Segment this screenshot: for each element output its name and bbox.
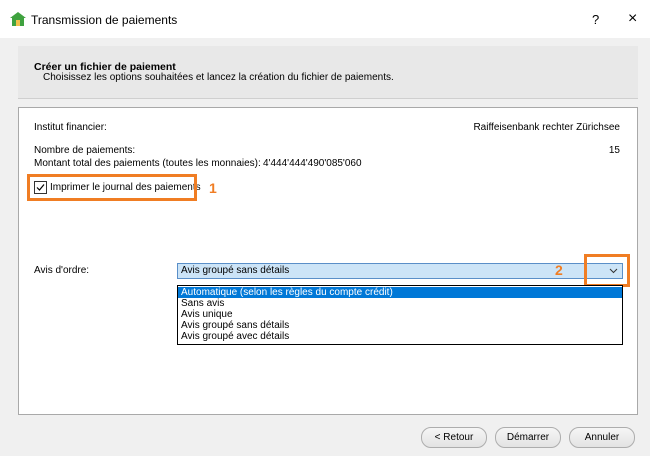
- app-house-icon: [10, 12, 26, 26]
- payment-count-value: 15: [608, 145, 620, 156]
- cancel-button[interactable]: Annuler: [569, 427, 635, 448]
- avis-dropdown-list: Automatique (selon les règles du compte …: [177, 285, 623, 345]
- avis-option-sans-avis[interactable]: Sans avis: [178, 298, 622, 309]
- total-amount-label: Montant total des paiements (toutes les …: [34, 158, 261, 169]
- callout-box-1: [27, 174, 197, 201]
- header-subtitle: Choisissez les options souhaitées et lan…: [43, 72, 394, 83]
- back-button[interactable]: < Retour: [421, 427, 487, 448]
- window-title: Transmission de paiements: [31, 13, 178, 27]
- avis-option-groupe-avec-details[interactable]: Avis groupé avec détails: [178, 331, 622, 342]
- close-icon[interactable]: ×: [628, 10, 637, 28]
- callout-box-2: [584, 254, 630, 287]
- avis-option-automatique[interactable]: Automatique (selon les règles du compte …: [178, 287, 622, 298]
- avis-option-groupe-sans-details[interactable]: Avis groupé sans détails: [178, 320, 622, 331]
- avis-label: Avis d'ordre:: [34, 265, 90, 276]
- institution-label: Institut financier:: [34, 122, 107, 133]
- callout-number-2: 2: [555, 262, 563, 278]
- avis-selected-value: Avis groupé sans détails: [181, 265, 290, 276]
- total-amount-value: 4'444'444'490'085'060: [263, 158, 362, 169]
- callout-number-1: 1: [209, 180, 217, 196]
- avis-option-avis-unique[interactable]: Avis unique: [178, 309, 622, 320]
- start-button[interactable]: Démarrer: [495, 427, 561, 448]
- help-icon[interactable]: ?: [592, 12, 599, 27]
- institution-value: Raiffeisenbank rechter Zürichsee: [473, 122, 620, 133]
- payment-count-label: Nombre de paiements:: [34, 145, 136, 156]
